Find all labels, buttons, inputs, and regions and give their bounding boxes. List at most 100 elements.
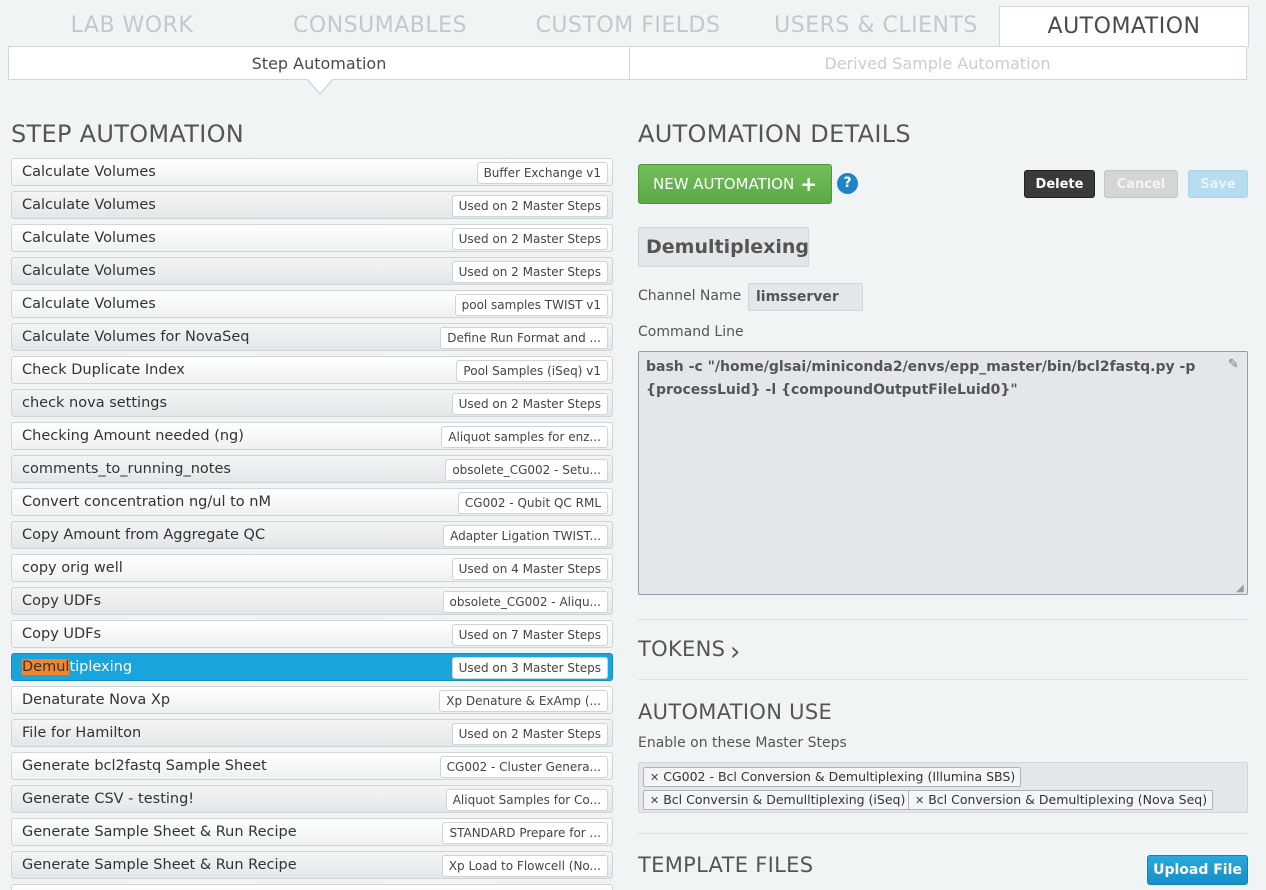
usage-badge: CG002 - Qubit QC RML <box>457 492 608 514</box>
step-automation-row[interactable]: Calculate Volumes Used on 2 Master Steps <box>11 257 613 285</box>
step-automation-name: Demultiplexing <box>22 654 132 681</box>
channel-name-field[interactable]: limsserver <box>748 283 863 311</box>
step-automation-name: Generate bcl2fastq Sample Sheet <box>22 758 267 774</box>
step-automation-name: Denaturate Nova Xp <box>22 692 171 708</box>
tab-lab-work[interactable]: LAB WORK <box>8 8 256 46</box>
help-icon[interactable]: ? <box>837 173 858 194</box>
active-subtab-pointer-inner <box>308 79 332 93</box>
upload-file-button[interactable]: Upload File <box>1147 855 1248 885</box>
step-automation-name: Convert concentration ng/ul to nM <box>22 494 271 510</box>
master-step-chip[interactable]: ✕ CG002 - Bcl Conversion & Demultiplexing… <box>643 767 1022 787</box>
main-tabs: LAB WORK CONSUMABLES CUSTOM FIELDS USERS… <box>0 0 1266 47</box>
step-automation-row[interactable]: Demultiplexing Used on 3 Master Steps <box>11 653 613 681</box>
master-step-chip-label: Bcl Conversion & Demultiplexing (Nova Se… <box>928 792 1208 807</box>
step-automation-name: Calculate Volumes <box>22 296 156 312</box>
usage-badge: Used on 4 Master Steps <box>451 558 608 580</box>
cancel-button[interactable]: Cancel <box>1104 170 1178 198</box>
master-step-chip-label: CG002 - Bcl Conversion & Demultiplexing … <box>663 769 1016 784</box>
step-automation-name: comments_to_running_notes <box>22 461 231 477</box>
sub-tabs: Step Automation Derived Sample Automatio… <box>8 46 1247 80</box>
step-automation-name: Generate CSV - testing! <box>22 791 195 807</box>
step-automation-row[interactable]: Denaturate Nova Xp Xp Denature & ExAmp (.… <box>11 686 613 714</box>
step-automation-row[interactable]: Checking Amount needed (ng) Aliquot sampl… <box>11 422 613 450</box>
step-automation-row[interactable]: Generate Sample Sheet & Run Recipe Xp Loa… <box>11 851 613 879</box>
step-automation-row[interactable]: Calculate Volumes pool samples TWIST v1 <box>11 290 613 318</box>
pencil-icon[interactable]: ✎ <box>1228 357 1239 372</box>
channel-name-label: Channel Name <box>638 288 742 304</box>
save-button[interactable]: Save <box>1188 170 1248 198</box>
usage-badge: Xp Load to Flowcell (No... <box>441 855 608 877</box>
master-steps-select[interactable]: ✕ CG002 - Bcl Conversion & Demultiplexing… <box>638 762 1248 813</box>
usage-badge: obsolete_CG002 - Setu... <box>445 459 608 481</box>
tab-users-clients[interactable]: USERS & CLIENTS <box>752 8 1000 46</box>
step-automation-row[interactable]: Calculate Volumes for NovaSeq Define Run … <box>11 323 613 351</box>
automation-name-field[interactable]: Demultiplexing <box>638 227 809 267</box>
step-automation-row[interactable]: Convert concentration ng/ul to nM CG002 -… <box>11 488 613 516</box>
step-automation-name: Calculate Volumes <box>22 197 156 213</box>
tab-automation[interactable]: AUTOMATION <box>999 6 1249 47</box>
step-automation-row[interactable]: Generate CSV - testing! Aliquot Samples f… <box>11 785 613 813</box>
usage-badge: Used on 2 Master Steps <box>451 723 608 745</box>
step-automation-name-rest: tiplexing <box>69 659 133 675</box>
step-automation-list: Calculate Volumes Buffer Exchange v1 Calcu… <box>11 158 614 890</box>
step-automation-row[interactable]: Calculate Volumes Used on 2 Master Steps <box>11 224 613 252</box>
usage-badge: Buffer Exchange v1 <box>476 162 608 184</box>
step-automation-row[interactable]: comments_to_running_notes obsolete_CG002 … <box>11 455 613 483</box>
remove-icon[interactable]: ✕ <box>650 771 659 784</box>
divider <box>638 619 1248 620</box>
step-automation-name: Copy UDFs <box>22 626 102 642</box>
remove-icon[interactable]: ✕ <box>650 794 659 807</box>
tab-custom-fields[interactable]: CUSTOM FIELDS <box>504 8 752 46</box>
step-automation-row[interactable]: File for Hamilton Used on 2 Master Steps <box>11 719 613 747</box>
step-automation-row[interactable]: Copy Amount from Aggregate QC Adapter Lig… <box>11 521 613 549</box>
usage-badge: CG002 - Cluster Genera... <box>439 756 608 778</box>
step-automation-row[interactable]: copy orig well Used on 4 Master Steps <box>11 554 613 582</box>
usage-badge: STANDARD Prepare for ... <box>442 822 608 844</box>
command-line-textarea[interactable]: bash -c "/home/glsai/miniconda2/envs/epp… <box>638 351 1248 595</box>
delete-button[interactable]: Delete <box>1024 170 1095 198</box>
step-automation-row[interactable]: Calculate Volumes Used on 2 Master Steps <box>11 191 613 219</box>
master-step-chip[interactable]: ✕ Bcl Conversin & Demulltiplexing (iSeq) … <box>643 790 931 810</box>
plus-icon: + <box>800 172 817 196</box>
step-automation-name: Calculate Volumes for NovaSeq <box>22 329 250 345</box>
template-files-title: TEMPLATE FILES <box>638 853 814 877</box>
usage-badge: pool samples TWIST v1 <box>454 294 608 316</box>
new-automation-button[interactable]: NEW AUTOMATION + <box>638 164 832 204</box>
step-automation-row[interactable]: check nova settings Used on 2 Master Step… <box>11 389 613 417</box>
automation-use-title: AUTOMATION USE <box>638 700 833 724</box>
usage-badge: Pool Samples (iSeq) v1 <box>456 360 608 382</box>
resize-handle-icon[interactable]: ◢ <box>1236 583 1244 594</box>
step-automation-row[interactable]: Generate bcl2fastq Sample Sheet CG002 - C… <box>11 752 613 780</box>
step-automation-row[interactable]: Copy UDFs Used on 7 Master Steps <box>11 620 613 648</box>
step-automation-name: Calculate Volumes <box>22 230 156 246</box>
usage-badge: Aliquot samples for enz... <box>441 426 608 448</box>
step-automation-name: Calculate Volumes <box>22 263 156 279</box>
step-automation-name: Check Duplicate Index <box>22 362 185 378</box>
subtab-step-automation[interactable]: Step Automation <box>9 47 630 79</box>
usage-badge: obsolete_CG002 - Aliqu... <box>442 591 608 613</box>
usage-badge: Adapter Ligation TWIST... <box>443 525 608 547</box>
search-match-highlight: Demul <box>22 659 70 675</box>
step-automation-row[interactable]: Copy UDFs obsolete_CG002 - Aliqu... <box>11 587 613 615</box>
step-automation-name: Generate Sample Sheet & Run Recipe <box>22 824 297 840</box>
step-automation-row[interactable] <box>11 884 613 890</box>
usage-badge: Used on 7 Master Steps <box>451 624 608 646</box>
usage-badge: Used on 2 Master Steps <box>451 228 608 250</box>
step-automation-name: Copy UDFs <box>22 593 102 609</box>
usage-badge: Define Run Format and ... <box>440 327 608 349</box>
tokens-title[interactable]: TOKENS <box>638 637 725 661</box>
usage-badge: Used on 2 Master Steps <box>451 393 608 415</box>
subtab-derived-sample-automation[interactable]: Derived Sample Automation <box>629 47 1246 79</box>
master-steps-label: Enable on these Master Steps <box>638 735 847 751</box>
automation-details-title: AUTOMATION DETAILS <box>638 120 911 148</box>
tab-consumables[interactable]: CONSUMABLES <box>256 8 504 46</box>
remove-icon[interactable]: ✕ <box>915 794 924 807</box>
usage-badge: Xp Denature & ExAmp (... <box>439 690 608 712</box>
usage-badge: Used on 2 Master Steps <box>451 261 608 283</box>
chevron-right-icon[interactable]: › <box>730 637 740 667</box>
new-automation-label: NEW AUTOMATION <box>653 175 795 193</box>
step-automation-row[interactable]: Check Duplicate Index Pool Samples (iSeq)… <box>11 356 613 384</box>
step-automation-row[interactable]: Calculate Volumes Buffer Exchange v1 <box>11 158 613 186</box>
step-automation-row[interactable]: Generate Sample Sheet & Run Recipe STANDA… <box>11 818 613 846</box>
master-step-chip[interactable]: ✕ Bcl Conversion & Demultiplexing (Nova S… <box>908 790 1214 810</box>
